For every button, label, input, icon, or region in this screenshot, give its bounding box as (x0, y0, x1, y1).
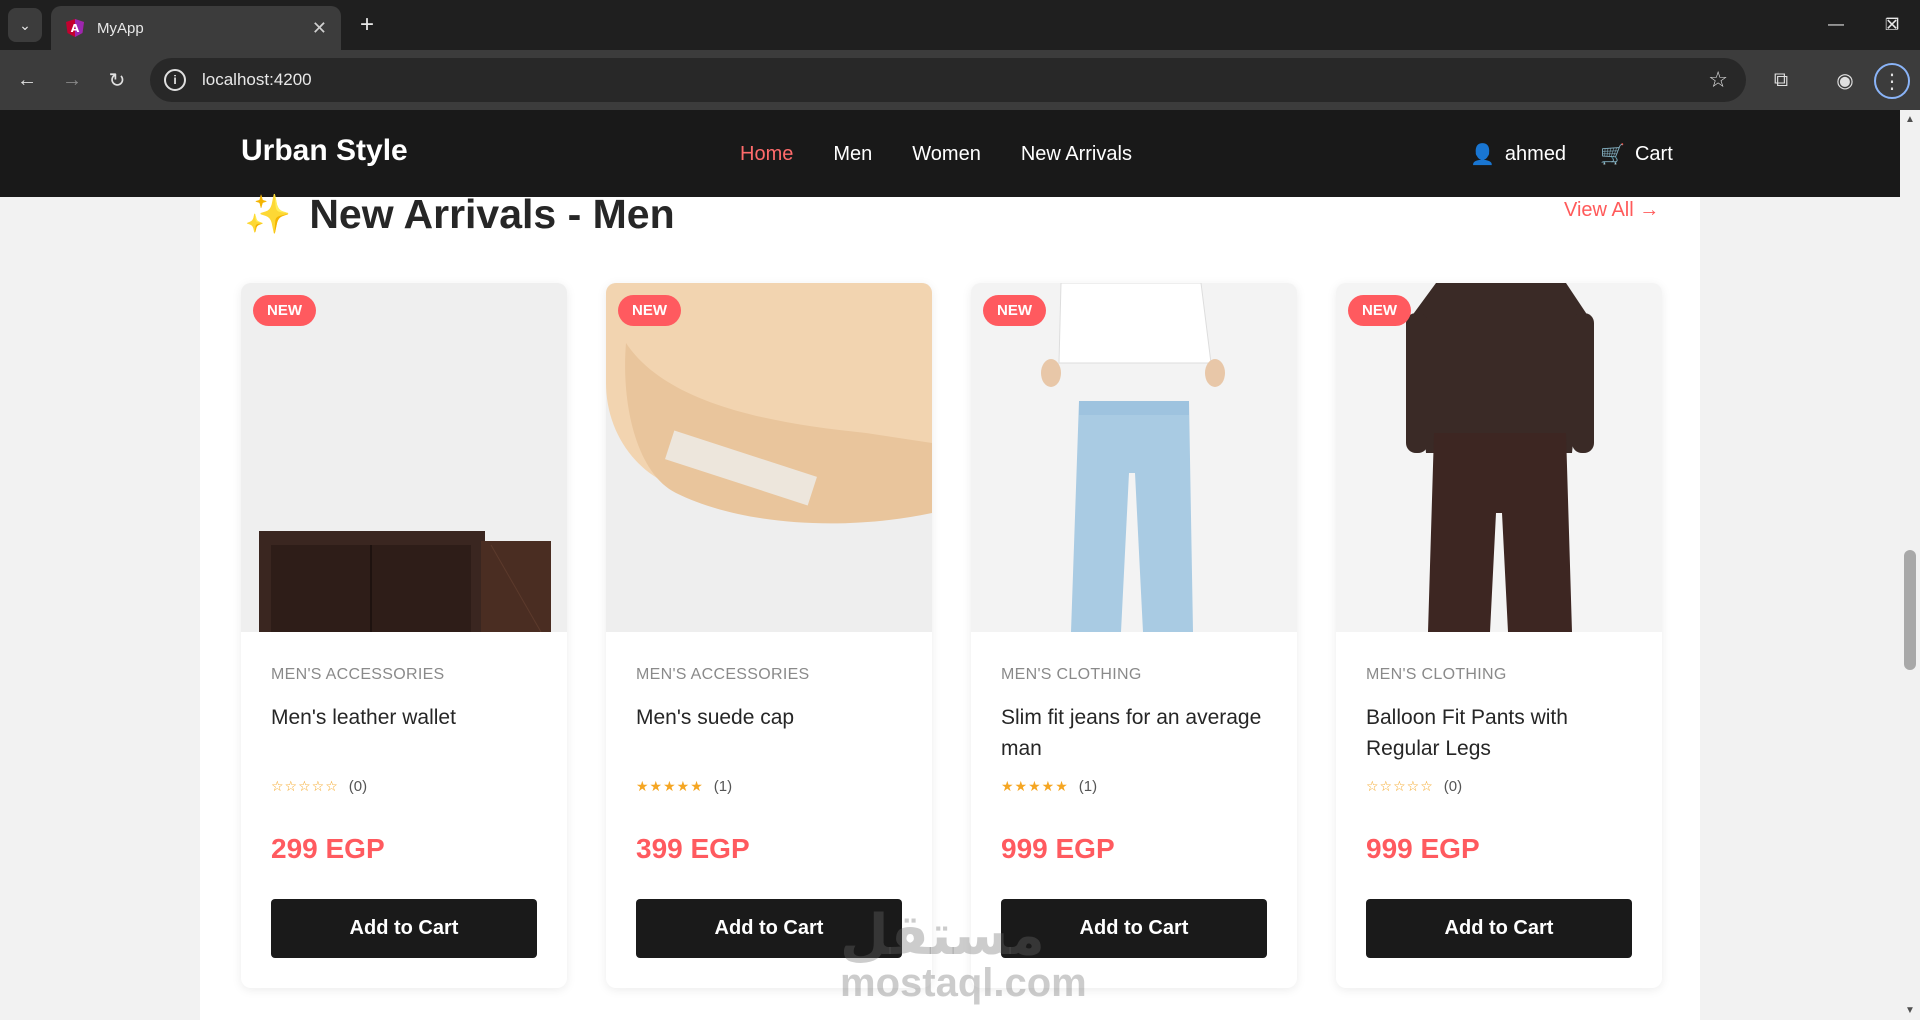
product-price: 999 EGP (1001, 833, 1115, 864)
page-scrollbar[interactable]: ▲ ▼ (1900, 110, 1920, 1020)
nav-women[interactable]: Women (912, 143, 981, 166)
cart-icon: 🛒 (1600, 144, 1625, 166)
product-rating: ☆☆☆☆☆ (0) (1366, 778, 1632, 795)
product-image[interactable]: NEW (1336, 283, 1662, 632)
user-area: 👤 ahmed 🛒 Cart (1470, 142, 1673, 167)
scroll-thumb[interactable] (1904, 550, 1916, 670)
close-window-icon[interactable]: ✕ (1864, 0, 1920, 50)
section-title-text: New Arrivals - Men (309, 191, 675, 237)
angular-favicon-icon: A (66, 19, 84, 37)
product-category: MEN'S ACCESSORIES (636, 666, 810, 683)
card-body: MEN'S CLOTHING Slim fit jeans for an ave… (971, 632, 1297, 865)
add-to-cart-button[interactable]: Add to Cart (1366, 899, 1632, 958)
product-name[interactable]: Men's suede cap (636, 702, 902, 764)
product-category: MEN'S CLOTHING (1001, 666, 1142, 683)
browser-toolbar: ← → ↻ i localhost:4200 ☆ ⧉ ◉ ⋮ (0, 50, 1920, 110)
product-rating: ★★★★★ (1) (1001, 778, 1267, 795)
site-info-icon[interactable]: i (164, 69, 186, 91)
mostaql-watermark: مستقل mostaql.com (840, 903, 1087, 1005)
card-body: MEN'S CLOTHING Balloon Fit Pants with Re… (1336, 632, 1662, 865)
product-card[interactable]: NEW MEN'S ACCESSORIES Men's suede cap ★★… (606, 283, 932, 988)
back-arrow-icon[interactable]: ← (10, 63, 44, 97)
rating-stars: ★★★★★ (636, 778, 704, 794)
scroll-down-arrow-icon[interactable]: ▼ (1905, 1005, 1915, 1016)
new-badge: NEW (1348, 295, 1411, 326)
nav-home[interactable]: Home (740, 143, 793, 166)
user-account-link[interactable]: 👤 ahmed (1470, 142, 1566, 167)
bookmark-star-icon[interactable]: ☆ (1708, 67, 1728, 93)
minimize-icon[interactable]: — (1808, 0, 1864, 50)
product-grid: NEW MEN'S ACCESSORIES Men's leather wall… (241, 283, 1662, 988)
product-category: MEN'S CLOTHING (1366, 666, 1507, 683)
reload-icon[interactable]: ↻ (100, 63, 134, 97)
tab-close-icon[interactable]: ✕ (312, 18, 327, 39)
site-header: Urban Style Home Men Women New Arrivals … (0, 110, 1900, 197)
new-badge: NEW (253, 295, 316, 326)
product-price: 399 EGP (636, 833, 750, 864)
watermark-arabic: مستقل (840, 903, 1045, 966)
product-card[interactable]: NEW MEN'S CLOTHING Slim fit jeans for an… (971, 283, 1297, 988)
new-arrivals-section: ✨ New Arrivals - Men View All → NEW MEN'… (200, 191, 1700, 1020)
sparkles-icon: ✨ (244, 193, 292, 236)
product-image[interactable]: NEW (241, 283, 567, 632)
view-all-link[interactable]: View All → (1564, 199, 1659, 222)
extensions-puzzle-icon[interactable]: ⧉ (1764, 63, 1798, 97)
new-badge: NEW (618, 295, 681, 326)
new-badge: NEW (983, 295, 1046, 326)
browser-menu-icon[interactable]: ⋮ (1874, 63, 1910, 99)
rating-stars: ★★★★★ (1001, 778, 1069, 794)
jeans-model-illustration (971, 283, 1297, 632)
scroll-up-arrow-icon[interactable]: ▲ (1905, 114, 1915, 125)
main-nav: Home Men Women New Arrivals (740, 143, 1132, 166)
cap-illustration (606, 283, 932, 632)
review-count: (1) (1078, 778, 1098, 795)
review-count: (0) (348, 778, 368, 795)
brand-logo[interactable]: Urban Style (241, 134, 408, 168)
user-name: ahmed (1504, 143, 1567, 165)
pants-model-illustration (1336, 283, 1662, 632)
card-body: MEN'S ACCESSORIES Men's suede cap ★★★★★ … (606, 632, 932, 865)
product-price: 999 EGP (1366, 833, 1480, 864)
browser-tabstrip: ⌄ A MyApp ✕ + — ❐ (0, 0, 1920, 50)
user-icon: 👤 (1470, 144, 1495, 166)
section-title: ✨ New Arrivals - Men (244, 191, 675, 238)
tab-title: MyApp (97, 19, 144, 37)
review-count: (0) (1443, 778, 1463, 795)
new-tab-plus-icon[interactable]: + (352, 10, 382, 40)
tab-search-chevron-icon[interactable]: ⌄ (8, 8, 42, 42)
product-rating: ☆☆☆☆☆ (0) (271, 778, 537, 795)
product-card[interactable]: NEW MEN'S ACCESSORIES Men's leather wall… (241, 283, 567, 988)
product-rating: ★★★★★ (1) (636, 778, 902, 795)
rating-stars: ☆☆☆☆☆ (1366, 778, 1434, 794)
review-count: (1) (713, 778, 733, 795)
svg-text:A: A (71, 22, 80, 35)
rating-stars: ☆☆☆☆☆ (271, 778, 339, 794)
watermark-latin: mostaql.com (840, 961, 1087, 1005)
add-to-cart-button[interactable]: Add to Cart (271, 899, 537, 958)
profile-icon[interactable]: ◉ (1828, 63, 1862, 97)
product-name[interactable]: Slim fit jeans for an average man (1001, 702, 1267, 764)
forward-arrow-icon[interactable]: → (55, 63, 89, 97)
product-image[interactable]: NEW (971, 283, 1297, 632)
product-name[interactable]: Men's leather wallet (271, 702, 537, 764)
cart-label: Cart (1634, 143, 1673, 165)
url-text: localhost:4200 (202, 70, 312, 89)
nav-men[interactable]: Men (833, 143, 872, 166)
address-bar[interactable]: i localhost:4200 ☆ (150, 58, 1746, 102)
cart-link[interactable]: 🛒 Cart (1600, 142, 1673, 167)
browser-tab[interactable]: A MyApp ✕ (51, 6, 341, 50)
nav-new-arrivals[interactable]: New Arrivals (1021, 143, 1132, 166)
card-body: MEN'S ACCESSORIES Men's leather wallet ☆… (241, 632, 567, 865)
product-category: MEN'S ACCESSORIES (271, 666, 445, 683)
product-price: 299 EGP (271, 833, 385, 864)
product-card[interactable]: NEW MEN'S CLOTHING Balloon Fit Pants wit… (1336, 283, 1662, 988)
product-image[interactable]: NEW (606, 283, 932, 632)
wallet-illustration (241, 283, 567, 632)
product-name[interactable]: Balloon Fit Pants with Regular Legs (1366, 702, 1632, 764)
